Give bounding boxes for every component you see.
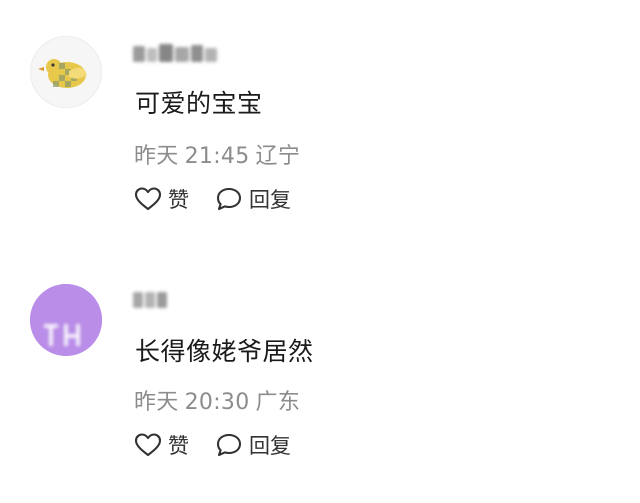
heart-icon <box>134 433 162 457</box>
heart-icon <box>134 187 162 211</box>
avatar[interactable] <box>30 284 102 356</box>
like-label: 赞 <box>168 434 189 458</box>
duck-avatar-icon <box>38 59 87 88</box>
comment-meta: 昨天 21:45 辽宁 <box>134 138 306 170</box>
like-button[interactable]: 赞 <box>134 184 189 214</box>
comment-bubble-icon <box>216 187 242 211</box>
comment-text: 长得像姥爷居然 <box>135 337 314 366</box>
comment-bubble-icon <box>216 433 242 457</box>
username-blurred[interactable] <box>133 288 173 310</box>
comment-time: 21:45 <box>184 144 250 169</box>
comment-location: 广东 <box>255 390 301 415</box>
avatar[interactable] <box>30 36 102 108</box>
reply-label: 回复 <box>249 434 291 458</box>
like-label: 赞 <box>168 188 189 212</box>
like-button[interactable]: 赞 <box>134 430 189 460</box>
comment-text: 可爱的宝宝 <box>135 89 263 118</box>
comment-location: 辽宁 <box>255 144 301 169</box>
comment-actions: 赞 回复 <box>134 184 291 214</box>
comment-meta: 昨天 20:30 广东 <box>134 384 306 416</box>
comment-list: 可爱的宝宝 昨天 21:45 辽宁 赞 回复 长得像姥爷居然 昨天 20:30 … <box>0 0 640 503</box>
username-blurred[interactable] <box>133 42 223 64</box>
reply-label: 回复 <box>249 188 291 212</box>
comment-date: 昨天 <box>134 144 179 169</box>
comment-actions: 赞 回复 <box>134 430 291 460</box>
comment-time: 20:30 <box>184 390 250 415</box>
reply-button[interactable]: 回复 <box>215 184 291 214</box>
reply-button[interactable]: 回复 <box>215 430 291 460</box>
comment-date: 昨天 <box>134 390 179 415</box>
initials-avatar-icon <box>30 284 102 356</box>
